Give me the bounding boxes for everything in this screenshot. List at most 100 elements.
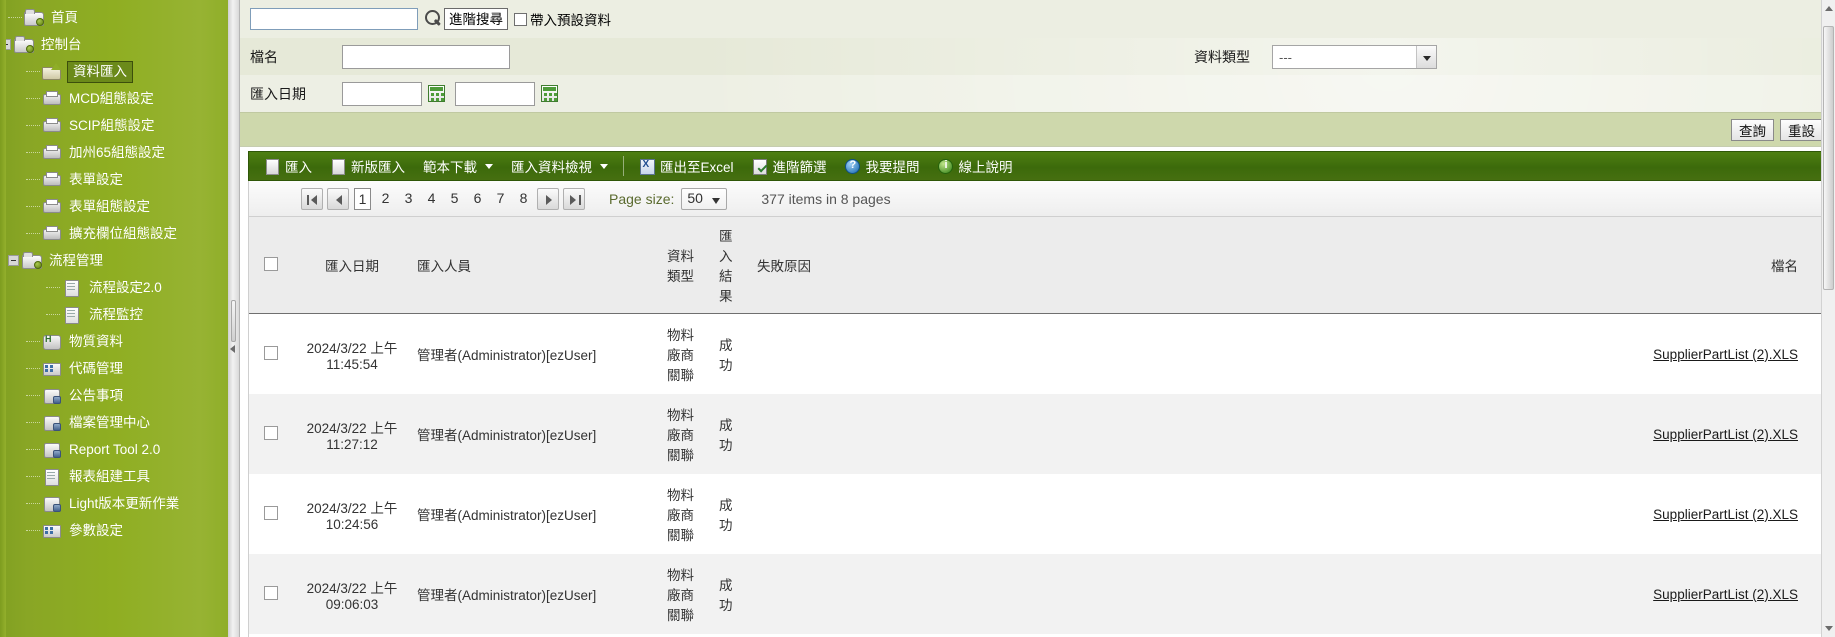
cell-import-date: 2024/3/22 上午 09:06:03 xyxy=(293,554,411,634)
sidebar-item-2[interactable]: 資料匯入 xyxy=(0,58,228,85)
row-checkbox[interactable] xyxy=(264,505,278,520)
page-number-2[interactable]: 2 xyxy=(377,188,394,210)
search-icon[interactable] xyxy=(422,8,444,30)
header-filename[interactable]: 檔名 xyxy=(1528,217,1828,314)
first-page-button[interactable] xyxy=(301,187,323,210)
row-checkbox[interactable] xyxy=(264,345,278,360)
header-import-result[interactable]: 匯入結果 xyxy=(713,217,751,314)
toolbar-button-6[interactable]: 我要提問 xyxy=(836,152,929,180)
chevron-down-icon[interactable] xyxy=(1416,45,1436,68)
toolbar-button-label: 匯出至Excel xyxy=(660,160,734,175)
cell-import-user: 管理者(Administrator)[ezUser] xyxy=(411,554,661,634)
query-button[interactable]: 查詢 xyxy=(1731,118,1774,141)
prev-page-button[interactable] xyxy=(327,187,349,210)
sidebar-item-18[interactable]: Light版本更新作業 xyxy=(0,490,228,517)
splitter-grip[interactable] xyxy=(231,300,236,342)
filename-link[interactable]: SupplierPartList (2).XLS xyxy=(1653,507,1798,522)
sidebar-item-1[interactable]: 控制台 xyxy=(0,31,228,58)
tree-connector xyxy=(26,98,40,99)
row-checkbox[interactable] xyxy=(264,425,278,440)
sidebar-item-10[interactable]: 流程設定2.0 xyxy=(0,274,228,301)
data-type-select-value: --- xyxy=(1272,44,1437,69)
sidebar-item-11[interactable]: 流程監控 xyxy=(0,301,228,328)
sidebar-item-3[interactable]: MCD組態設定 xyxy=(0,85,228,112)
row-select-cell xyxy=(249,394,293,474)
header-data-type[interactable]: 資料類型 xyxy=(661,217,713,314)
sidebar-item-0[interactable]: 首頁 xyxy=(0,4,228,31)
tree-collapse-icon[interactable] xyxy=(8,255,19,266)
toolbar-button-2[interactable]: 範本下載 xyxy=(414,152,502,180)
sidebar-item-15[interactable]: 檔案管理中心 xyxy=(0,409,228,436)
next-page-button[interactable] xyxy=(537,187,559,210)
import-date-from-input[interactable] xyxy=(342,81,422,106)
page-number-8[interactable]: 8 xyxy=(515,188,532,210)
row-checkbox[interactable] xyxy=(264,585,278,600)
sidebar-item-19[interactable]: 參數設定 xyxy=(0,517,228,544)
toolbar-button-1[interactable]: 新版匯入 xyxy=(321,152,414,180)
sidebar-item-label: 首頁 xyxy=(51,10,78,25)
scroll-down-arrow-icon[interactable] xyxy=(1825,626,1833,631)
splitter-collapse-arrow-icon[interactable] xyxy=(230,345,235,353)
filename-link[interactable]: SupplierPartList (2).XLS xyxy=(1653,427,1798,442)
scrollbar-thumb[interactable] xyxy=(1823,26,1834,290)
sidebar-item-label: 加州65組態設定 xyxy=(69,145,166,160)
sidebar-item-14[interactable]: 公告事項 xyxy=(0,382,228,409)
sidebar-item-label: 代碼管理 xyxy=(69,361,123,376)
page-number-1[interactable]: 1 xyxy=(354,187,371,210)
chevron-down-icon[interactable] xyxy=(600,163,608,169)
toolbar-button-4[interactable]: 匯出至Excel xyxy=(630,152,743,180)
sidebar-item-6[interactable]: 表單設定 xyxy=(0,166,228,193)
filename-link[interactable]: SupplierPartList (2).XLS xyxy=(1653,587,1798,602)
toolbar-button-5[interactable]: 進階篩選 xyxy=(743,152,836,180)
sidebar-item-12[interactable]: 物質資料 xyxy=(0,328,228,355)
toolbar-separator xyxy=(623,156,624,176)
advanced-search-button[interactable]: 進階搜尋 xyxy=(444,8,508,30)
sidebar-item-17[interactable]: 報表組建工具 xyxy=(0,463,228,490)
import-date-to-input[interactable] xyxy=(455,81,535,106)
page-number-7[interactable]: 7 xyxy=(492,188,509,210)
select-all-checkbox[interactable] xyxy=(264,256,278,271)
page-size-select[interactable]: 50 xyxy=(681,187,728,210)
table-row[interactable]: 2024/3/22 上午 11:27:12 管理者(Administrator)[… xyxy=(249,394,1828,474)
last-page-button[interactable] xyxy=(563,187,585,210)
calendar-icon-from[interactable] xyxy=(428,85,445,102)
quick-search-input[interactable] xyxy=(250,8,418,30)
sidebar-item-13[interactable]: 代碼管理 xyxy=(0,355,228,382)
cell-import-result: 成功 xyxy=(713,554,751,634)
page-number-4[interactable]: 4 xyxy=(423,188,440,210)
navigation-sidebar: 首頁控制台 資料匯入 MCD組態設定 SCIP組態設定加州65組態設定表單設定 表單組態… xyxy=(0,0,228,637)
header-import-date[interactable]: 匯入日期 xyxy=(293,217,411,314)
table-row[interactable]: 2024/3/22 上午 10:24:56 管理者(Administrator)[… xyxy=(249,474,1828,554)
sidebar-item-8[interactable]: 擴充欄位組態設定 xyxy=(0,220,228,247)
sidebar-item-4[interactable]: SCIP組態設定 xyxy=(0,112,228,139)
toolbar-button-3[interactable]: 匯入資料檢視 xyxy=(502,152,617,180)
page-scrollbar[interactable] xyxy=(1821,0,1835,637)
scroll-up-arrow-icon[interactable] xyxy=(1825,6,1833,11)
filename-link[interactable]: SupplierPartList (2).XLS xyxy=(1653,347,1798,362)
sidebar-item-7[interactable]: 表單組態設定 xyxy=(0,193,228,220)
filename-input[interactable] xyxy=(342,44,510,69)
chevron-down-icon[interactable] xyxy=(485,163,493,169)
page-number-6[interactable]: 6 xyxy=(469,188,486,210)
reset-button[interactable]: 重設 xyxy=(1780,118,1823,141)
data-type-label: 資料類型 xyxy=(1194,48,1250,65)
data-type-select[interactable]: --- xyxy=(1272,44,1437,69)
cell-data-type: 物料廠商關聯 xyxy=(661,313,713,394)
toolbar-button-0[interactable]: 匯入 xyxy=(255,152,321,180)
calendar-icon-to[interactable] xyxy=(541,85,558,102)
header-fail-reason[interactable]: 失敗原因 xyxy=(751,217,1528,314)
sidebar-splitter[interactable] xyxy=(228,0,240,637)
tree-connector xyxy=(26,395,40,396)
sidebar-item-9[interactable]: 流程管理 xyxy=(0,247,228,274)
table-row[interactable]: 2024/3/22 上午 11:45:54 管理者(Administrator)[… xyxy=(249,313,1828,394)
table-row[interactable]: 2024/3/22 上午 09:06:03 管理者(Administrator)[… xyxy=(249,554,1828,634)
sidebar-item-5[interactable]: 加州65組態設定 xyxy=(0,139,228,166)
tree-collapse-icon[interactable] xyxy=(0,39,11,50)
cell-import-result: 成功 xyxy=(713,474,751,554)
toolbar-button-7[interactable]: 線上說明 xyxy=(929,152,1022,180)
default-data-checkbox[interactable] xyxy=(514,12,527,26)
sidebar-item-16[interactable]: Report Tool 2.0 xyxy=(0,436,228,463)
page-number-3[interactable]: 3 xyxy=(400,188,417,210)
page-number-5[interactable]: 5 xyxy=(446,188,463,210)
header-import-user[interactable]: 匯入人員 xyxy=(411,217,661,314)
